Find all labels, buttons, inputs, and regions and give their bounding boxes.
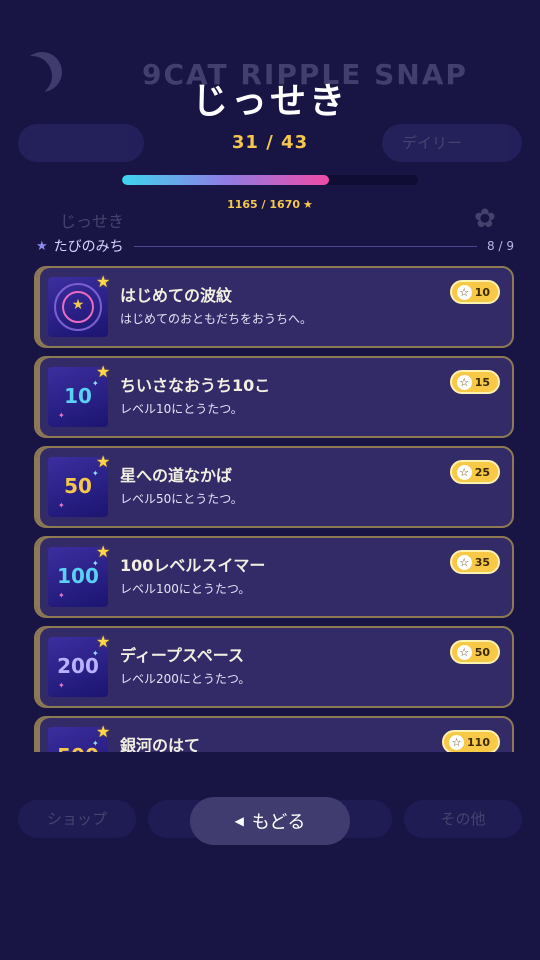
- reward-badge: ☆ 50: [449, 640, 500, 664]
- shop-button: ショップ: [18, 800, 136, 838]
- achievements-label: じっせき: [60, 212, 125, 231]
- reward-value: 35: [474, 555, 490, 569]
- reward-badge: ☆ 25: [449, 460, 500, 484]
- achievement-title: ディープスペース: [120, 646, 245, 665]
- unlocked-star-icon: ★: [96, 632, 111, 651]
- reward-star-icon: ☆: [456, 644, 472, 660]
- reward-badge: ☆ 35: [449, 550, 500, 574]
- page-title: じっせき: [191, 81, 348, 122]
- progress-bar: [122, 175, 418, 185]
- achievement-card[interactable]: 200 ✦ ✦ ★ ディープスペース レベル200にとうたつ。 ☆ 50: [34, 626, 514, 708]
- back-arrow-icon: ◀: [234, 814, 244, 828]
- section-name: たびのみち: [53, 239, 124, 255]
- achievement-description: レベル100にとうたつ。: [120, 582, 251, 596]
- achievement-card[interactable]: 10 ✦ ✦ ★ ちいさなおうち10こ レベル10にとうたつ。 ☆ 15: [34, 356, 514, 438]
- achievement-card[interactable]: 500✦✦★銀河のはて☆110: [34, 716, 514, 752]
- reward-star-icon: ☆: [456, 284, 472, 300]
- star-icon: ★: [303, 198, 313, 211]
- sparkle-icon: ✦: [58, 681, 65, 690]
- reward-value: 15: [474, 375, 490, 389]
- unlocked-star-icon: ★: [96, 542, 111, 561]
- section-divider: [133, 245, 478, 247]
- sparkle-icon: ✦: [58, 501, 65, 510]
- unlocked-count: 31 / 43: [231, 132, 309, 153]
- back-button-label: もどる: [251, 812, 306, 833]
- achievement-card[interactable]: 50 ✦ ✦ ★ 星への道なかば レベル50にとうたつ。 ☆ 25: [34, 446, 514, 528]
- thumbnail-number: 100: [57, 564, 99, 588]
- reward-badge: ☆ 15: [449, 370, 500, 394]
- achievement-card[interactable]: ★ ★ はじめての波紋はじめてのおともだちをおうちへ。 ☆ 10: [34, 266, 514, 348]
- achievement-title: 銀河のはて: [120, 736, 201, 752]
- reward-star-icon: ☆: [449, 734, 465, 750]
- thumbnail-number: 500: [48, 744, 108, 752]
- ripple-star-icon: ★: [71, 297, 85, 313]
- section-header: ★ たびのみち 8 / 9: [36, 236, 514, 256]
- achievement-card[interactable]: 100 ✦ ✦ ★ 100レベルスイマー レベル100にとうたつ。 ☆ 35: [34, 536, 514, 618]
- section-progress: 8 / 9: [487, 239, 514, 253]
- sparkle-icon: ✦: [58, 591, 65, 600]
- achievement-description: レベル50にとうたつ。: [120, 492, 243, 506]
- achievement-description: はじめてのおともだちをおうちへ。: [120, 312, 313, 326]
- reward-star-icon: ☆: [456, 374, 472, 390]
- reward-value: 10: [474, 285, 490, 299]
- achievement-title: 100レベルスイマー: [120, 556, 266, 575]
- reward-star-icon: ☆: [456, 464, 472, 480]
- unlocked-star-icon: ★: [96, 272, 111, 291]
- unlocked-star-icon: ★: [96, 362, 111, 381]
- back-button[interactable]: ◀ もどる: [190, 797, 350, 845]
- sparkle-icon: ✦: [58, 411, 65, 420]
- achievement-title: はじめての波紋: [120, 286, 233, 305]
- achievement-description: レベル10にとうたつ。: [120, 402, 243, 416]
- thumbnail-number: 50: [64, 474, 92, 498]
- reward-badge: ☆ 110: [442, 730, 500, 752]
- reward-value: 50: [474, 645, 490, 659]
- points-total: 1165 / 1670 ★: [0, 198, 540, 211]
- thumbnail-number: 200: [57, 654, 99, 678]
- achievement-description: レベル200にとうたつ。: [120, 672, 251, 686]
- reward-star-icon: ☆: [456, 554, 472, 570]
- achievement-title: ちいさなおうち10こ: [120, 376, 271, 395]
- section-star-icon: ★: [36, 238, 48, 254]
- unlocked-star-icon: ★: [96, 452, 111, 471]
- progress-bar-fill: [122, 175, 329, 185]
- other-button: その他: [404, 800, 522, 838]
- reward-value: 110: [467, 735, 490, 749]
- unlocked-star-icon: ★: [96, 722, 111, 741]
- points-text: 1165 / 1670: [227, 198, 301, 211]
- achievement-title: 星への道なかば: [120, 466, 233, 485]
- thumbnail-number: 10: [64, 384, 92, 408]
- reward-badge: ☆ 10: [449, 280, 500, 304]
- achievement-list[interactable]: ★ ★ はじめての波紋 はじめてのおともだちをおうちへ。 ☆ 10 10 ✦ ✦ ★ ちいさなおうち…: [0, 258, 540, 752]
- reward-value: 25: [474, 465, 490, 479]
